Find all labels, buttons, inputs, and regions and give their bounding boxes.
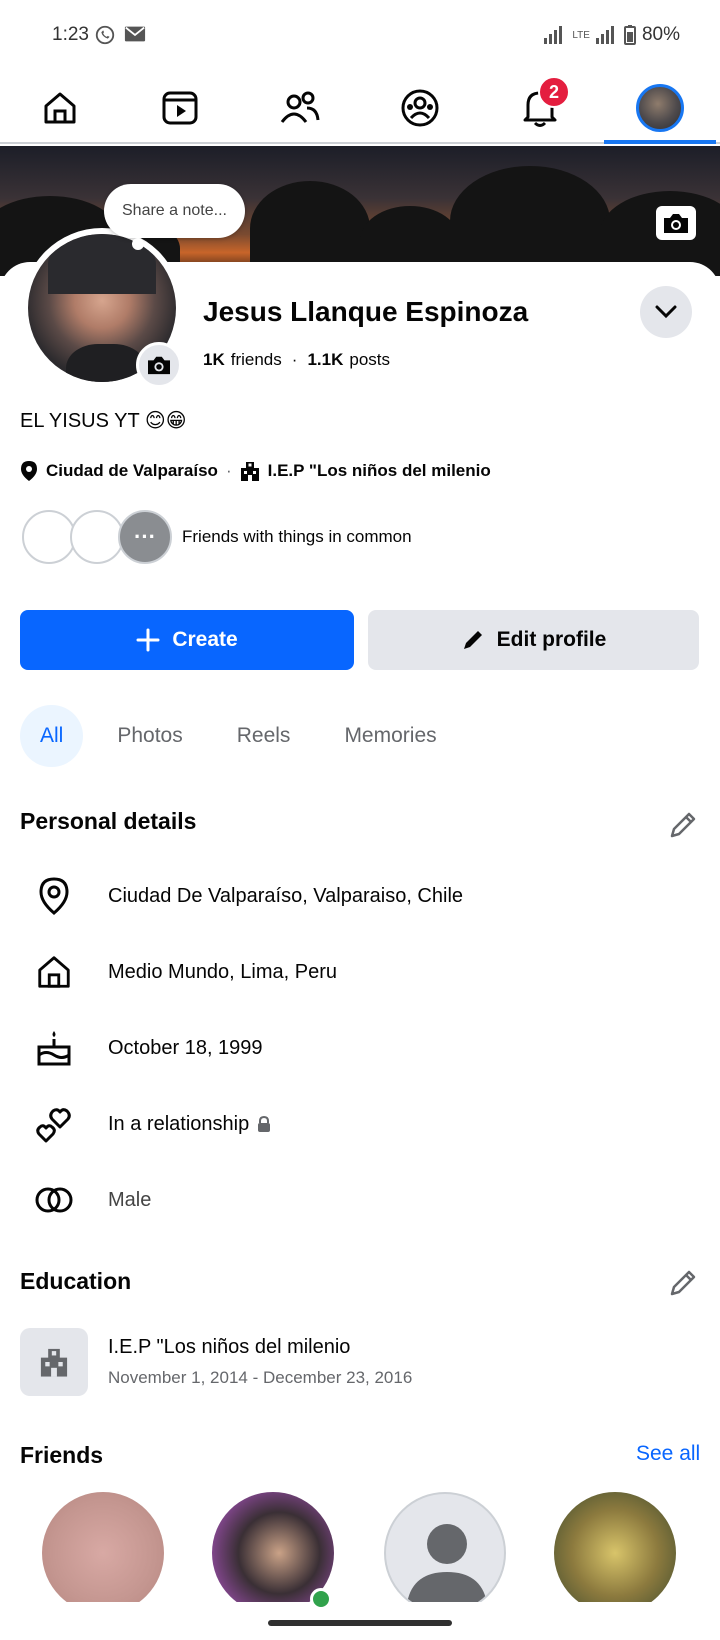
relationship-hearts-icon	[32, 1102, 76, 1146]
intro-location: Ciudad de Valparaíso	[46, 461, 218, 480]
friends-count[interactable]: 1K	[203, 350, 225, 370]
profile-bio: EL YISUS YT 😊😁	[20, 410, 187, 432]
chevron-down-icon	[655, 305, 677, 319]
nav-friends[interactable]	[270, 80, 330, 136]
detail-text: In a relationship	[108, 1113, 271, 1136]
plus-icon	[136, 628, 160, 652]
camera-icon	[148, 356, 170, 375]
friends-icon	[280, 91, 320, 123]
profile-picture-camera-button[interactable]	[136, 342, 182, 388]
status-time: 1:23	[52, 24, 89, 45]
tab-all[interactable]: All	[20, 705, 84, 767]
relationship-status: In a relationship	[108, 1112, 250, 1135]
edit-personal-details-button[interactable]	[666, 808, 700, 842]
school-icon	[20, 1328, 88, 1396]
create-button-label: Create	[172, 628, 238, 651]
pencil-icon	[463, 631, 482, 649]
network-label: LTE	[572, 29, 590, 41]
online-indicator	[310, 1588, 332, 1610]
mutual-friend-avatar	[70, 510, 124, 564]
stats-separator: ·	[291, 350, 298, 369]
signal-icon-2	[595, 26, 614, 44]
mutual-friends-text: Friends with things in common	[182, 527, 412, 546]
default-avatar-icon[interactable]	[384, 1492, 506, 1602]
edit-profile-button[interactable]: Edit profile	[368, 610, 699, 670]
education-school-name[interactable]: I.E.P "Los niños del milenio	[108, 1336, 350, 1359]
detail-text: October 18, 1999	[108, 1036, 263, 1059]
birthday-cake-icon	[32, 1026, 76, 1070]
groups-icon	[401, 89, 439, 127]
home-indicator[interactable]	[268, 1620, 452, 1626]
tab-memories[interactable]: Memories	[324, 705, 456, 767]
home-icon	[32, 950, 76, 994]
detail-text: Medio Mundo, Lima, Peru	[108, 960, 338, 983]
intro-separator: ·	[225, 461, 232, 480]
share-note-bubble[interactable]: Share a note...	[104, 184, 245, 238]
notification-badge: 2	[538, 76, 570, 108]
pencil-outline-icon	[670, 1270, 696, 1296]
friend-photo[interactable]	[42, 1492, 164, 1602]
personal-details-title: Personal details	[20, 808, 197, 834]
status-right: LTE 80%	[544, 24, 680, 46]
signal-icon	[544, 26, 563, 44]
tab-reels[interactable]: Reels	[217, 705, 311, 767]
posts-label: posts	[349, 350, 390, 369]
location-pin-icon	[21, 461, 37, 481]
education-dates: November 1, 2014 - December 23, 2016	[108, 1368, 413, 1387]
friend-photo[interactable]	[554, 1492, 676, 1602]
detail-row-gender: Male	[0, 1174, 720, 1226]
friends-title: Friends	[20, 1442, 104, 1468]
profile-name: Jesus Llanque Espinoza	[203, 296, 529, 327]
nav-groups[interactable]	[390, 80, 450, 136]
location-pin-icon	[32, 874, 76, 918]
posts-count: 1.1K	[307, 350, 344, 369]
status-bar: 1:23 LTE 80%	[0, 0, 720, 72]
detail-row-hometown: Medio Mundo, Lima, Peru	[0, 946, 720, 998]
profile-dropdown-button[interactable]	[640, 286, 692, 338]
active-tab-indicator	[604, 140, 716, 144]
lock-icon	[258, 1116, 271, 1132]
pencil-outline-icon	[670, 812, 696, 838]
status-notification-icons	[94, 24, 146, 46]
battery-percent: 80%	[641, 24, 680, 45]
profile-intro-line: Ciudad de Valparaíso · I.E.P "Los niños …	[20, 460, 491, 482]
camera-icon	[664, 214, 688, 233]
profile-tabs: All Photos Reels Memories	[20, 705, 471, 767]
edit-education-button[interactable]	[666, 1266, 700, 1300]
profile-stats: 1K friends · 1.1K posts	[203, 350, 390, 370]
gender-icon	[32, 1178, 76, 1222]
detail-text: Male	[108, 1188, 152, 1211]
whatsapp-icon	[95, 25, 115, 45]
nav-reels[interactable]	[150, 80, 210, 136]
cover-camera-button[interactable]	[656, 206, 696, 240]
friends-label[interactable]: friends	[231, 350, 282, 370]
detail-text: Ciudad De Valparaíso, Valparaiso, Chile	[108, 884, 464, 907]
avatar-icon	[636, 84, 684, 132]
create-button[interactable]: Create	[20, 610, 354, 670]
battery-icon	[623, 25, 636, 45]
friend-photo[interactable]	[212, 1492, 334, 1602]
detail-row-birthday: October 18, 1999	[0, 1022, 720, 1074]
edit-profile-label: Edit profile	[496, 628, 607, 651]
nav-profile[interactable]	[630, 80, 690, 136]
tab-photos[interactable]: Photos	[97, 705, 202, 767]
nav-notifications[interactable]: 2	[510, 76, 570, 136]
video-icon	[162, 91, 198, 125]
cover-tree	[450, 166, 610, 276]
mail-icon	[124, 26, 146, 42]
top-navigation: 2	[0, 72, 720, 144]
detail-row-current-city: Ciudad De Valparaíso, Valparaiso, Chile	[0, 870, 720, 922]
home-icon	[44, 92, 76, 124]
more-icon: ···	[118, 510, 172, 564]
mutual-friend-avatar	[22, 510, 76, 564]
friends-row	[0, 1492, 720, 1602]
mutual-friends-row[interactable]: ··· Friends with things in common	[22, 510, 412, 564]
nav-home[interactable]	[30, 80, 90, 136]
note-bubble-tail	[132, 238, 144, 250]
education-title: Education	[20, 1268, 132, 1294]
school-icon	[240, 462, 259, 481]
intro-school: I.E.P "Los niños del milenio	[267, 461, 491, 480]
detail-row-relationship: In a relationship	[0, 1098, 720, 1150]
see-all-friends-link[interactable]: See all	[636, 1442, 700, 1466]
